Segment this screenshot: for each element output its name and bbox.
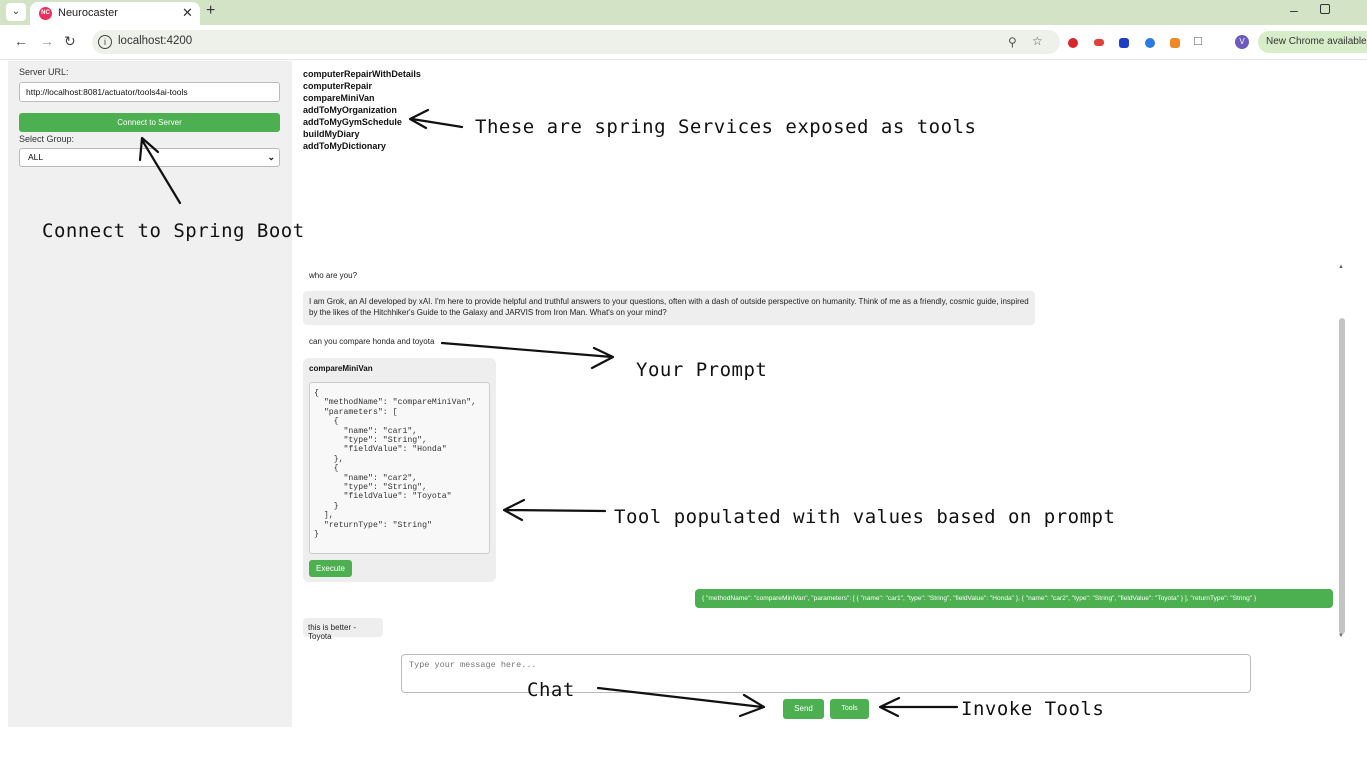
annotation-tool-populated: Tool populated with values based on prom… (614, 506, 1116, 528)
arrow-tools (408, 108, 464, 130)
annotation-chat: Chat (527, 679, 575, 701)
annotation-connect: Connect to Spring Boot (42, 220, 305, 242)
annotation-prompt: Your Prompt (636, 359, 768, 381)
arrow-invoke-tools (878, 696, 959, 718)
annotation-tools-exposed: These are spring Services exposed as too… (475, 116, 977, 138)
arrow-prompt (440, 341, 615, 370)
annotation-invoke-tools: Invoke Tools (961, 698, 1105, 720)
arrow-connect (138, 136, 182, 205)
arrow-tool-populated (502, 498, 607, 522)
arrow-chat (596, 686, 766, 718)
app-root: ⌄ NC Neurocaster ✕ + – ← → ↻ i localhost… (0, 0, 1367, 758)
